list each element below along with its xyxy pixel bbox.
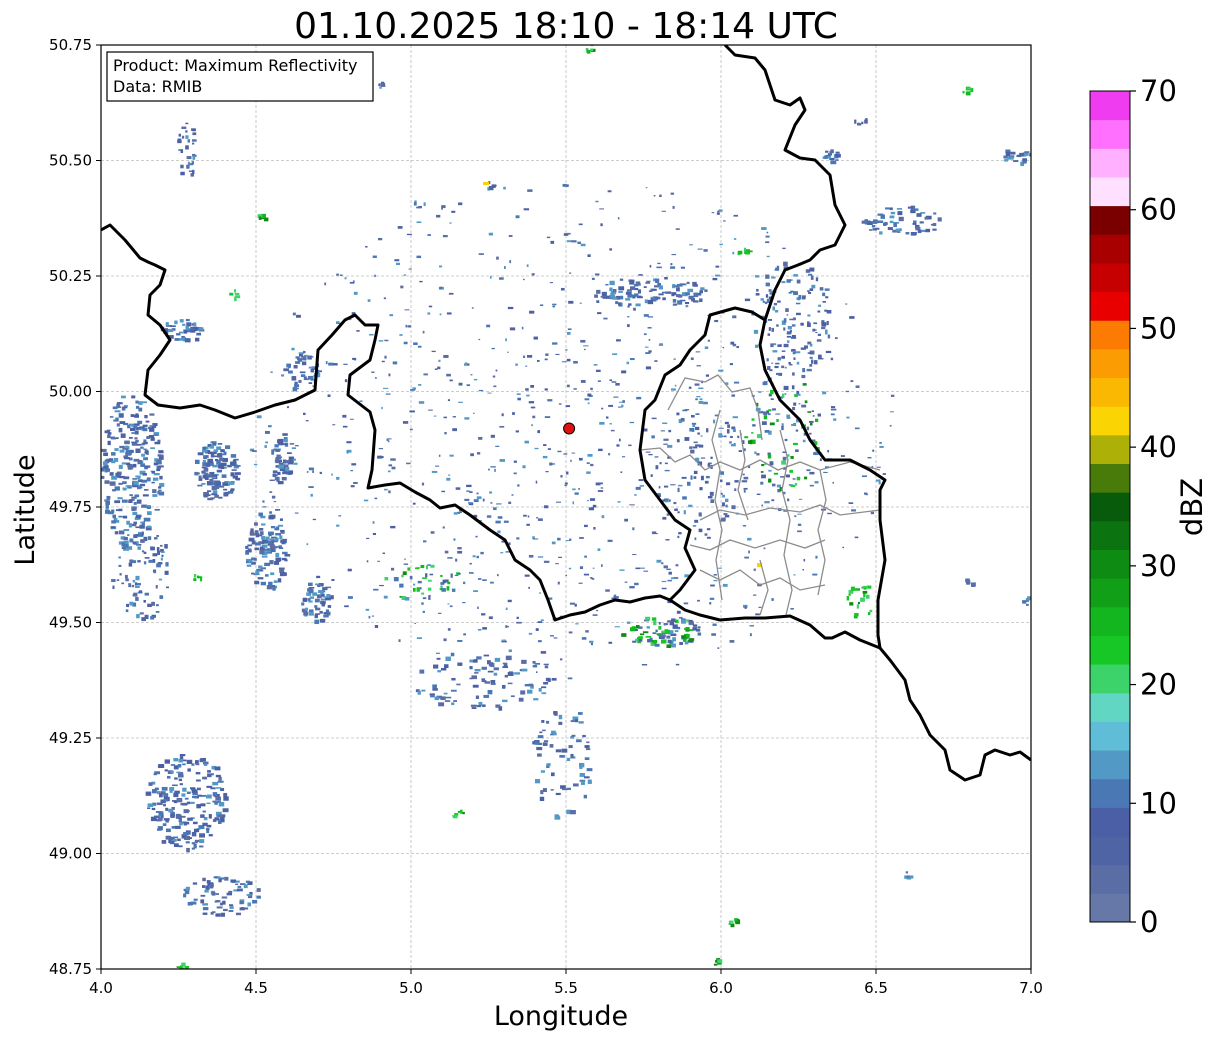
colorbar-segment — [1090, 864, 1130, 894]
colorbar-segment — [1090, 807, 1130, 837]
radar-figure: 01.10.2025 18:10 - 18:14 UTC Product: Ma… — [10, 6, 1209, 1032]
x-tick-label: 6.5 — [864, 979, 888, 997]
colorbar-tick-label: 10 — [1140, 786, 1177, 820]
x-tick-label: 4.0 — [89, 979, 113, 997]
y-tick-label: 49.25 — [49, 729, 92, 747]
colorbar-segment — [1090, 91, 1130, 121]
colorbar-tick-label: 0 — [1140, 905, 1158, 939]
colorbar-tick-label: 60 — [1140, 193, 1177, 227]
colorbar-segment — [1090, 291, 1130, 321]
colorbar-segment — [1090, 635, 1130, 665]
colorbar-segment — [1090, 119, 1130, 149]
y-tick-label: 50.25 — [49, 267, 92, 285]
colorbar-segment — [1090, 205, 1130, 235]
colorbar — [1089, 90, 1131, 923]
colorbar-segment — [1090, 664, 1130, 694]
y-tick-label: 49.50 — [49, 614, 92, 632]
x-tick-label: 6.0 — [709, 979, 733, 997]
colorbar-segment — [1090, 463, 1130, 493]
y-axis-ticks: 50.75 50.50 50.25 50.00 49.75 49.50 49.25 49.00… — [49, 36, 101, 978]
colorbar-tick-label: 30 — [1140, 549, 1177, 583]
colorbar-tick-label: 20 — [1140, 668, 1177, 702]
x-tick-label: 5.0 — [399, 979, 423, 997]
y-tick-label: 50.75 — [49, 36, 92, 54]
colorbar-segment — [1090, 320, 1130, 350]
y-tick-label: 48.75 — [49, 960, 92, 978]
colorbar-tick-label: 40 — [1140, 430, 1177, 464]
info-box: Product: Maximum Reflectivity Data: RMIB — [106, 51, 374, 102]
y-tick-label: 50.00 — [49, 383, 92, 401]
colorbar-segment — [1090, 348, 1130, 379]
colorbar-segment — [1090, 520, 1130, 550]
y-tick-label: 49.75 — [49, 498, 92, 516]
y-tick-label: 49.00 — [49, 845, 92, 863]
colorbar-segment — [1090, 578, 1130, 608]
colorbar-segment — [1090, 778, 1130, 808]
colorbar-segment — [1090, 434, 1130, 465]
x-tick-label: 5.5 — [554, 979, 578, 997]
info-data: Data: RMIB — [113, 77, 202, 96]
radar-site-marker — [563, 422, 576, 435]
x-tick-label: 4.5 — [244, 979, 268, 997]
colorbar-tick-label: 50 — [1140, 311, 1177, 345]
colorbar-segment — [1090, 377, 1130, 407]
colorbar-segment — [1090, 750, 1130, 780]
x-axis-ticks: 4.0 4.5 5.0 5.5 6.0 6.5 7.0 — [89, 969, 1043, 997]
colorbar-segment — [1090, 606, 1130, 636]
colorbar-segment — [1090, 262, 1130, 293]
colorbar-segment — [1090, 836, 1130, 866]
colorbar-segment — [1090, 549, 1130, 579]
x-tick-label: 7.0 — [1019, 979, 1043, 997]
colorbar-ticks: 0 10 20 30 40 50 60 70 — [1130, 74, 1177, 939]
x-axis-label: Longitude — [494, 1001, 628, 1032]
info-product: Product: Maximum Reflectivity — [113, 56, 357, 75]
colorbar-tick-label: 70 — [1140, 74, 1177, 108]
colorbar-label: dBZ — [1175, 478, 1209, 536]
colorbar-segment — [1090, 176, 1130, 207]
y-axis-label: Latitude — [10, 454, 41, 565]
colorbar-segment — [1090, 234, 1130, 264]
y-tick-label: 50.50 — [49, 152, 92, 170]
colorbar-segment — [1090, 492, 1130, 522]
figure-title: 01.10.2025 18:10 - 18:14 UTC — [294, 6, 838, 47]
colorbar-segment — [1090, 148, 1130, 178]
colorbar-segment — [1090, 406, 1130, 436]
colorbar-segment — [1090, 692, 1130, 722]
colorbar-segment — [1090, 721, 1130, 751]
colorbar-segment — [1090, 893, 1130, 923]
